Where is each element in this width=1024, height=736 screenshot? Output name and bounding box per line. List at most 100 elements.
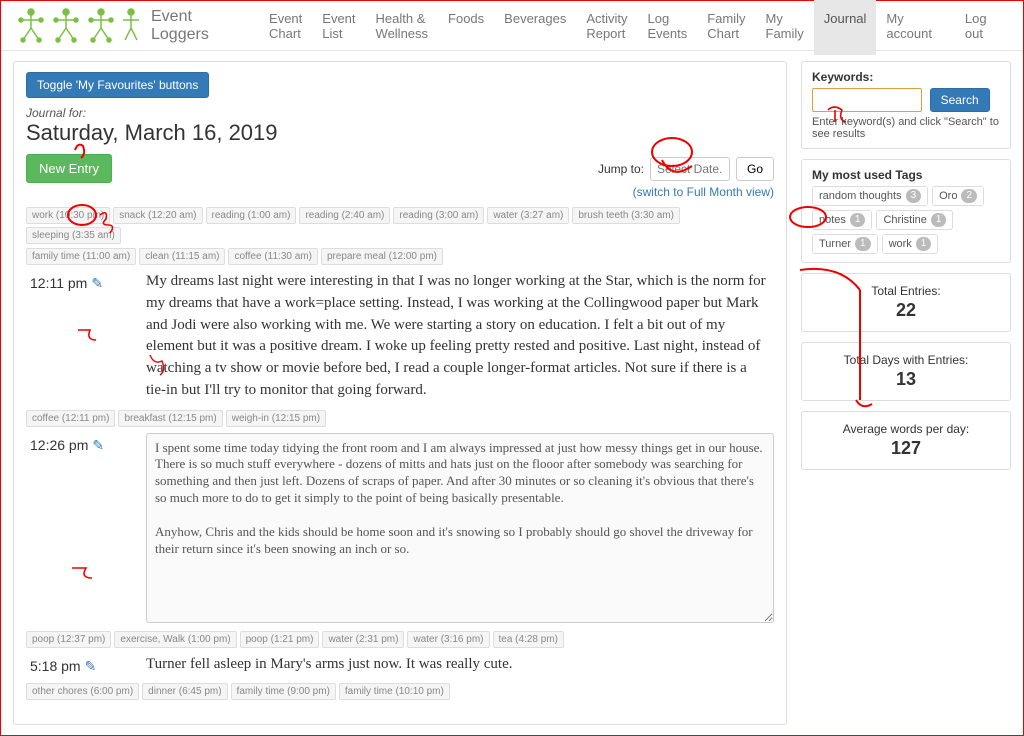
stat-label: Total Days with Entries: <box>812 353 1000 367</box>
event-tag[interactable]: other chores (6:00 pm) <box>26 683 139 700</box>
event-tag[interactable]: breakfast (12:15 pm) <box>118 410 222 427</box>
entry-time-text: 12:11 pm <box>30 275 87 291</box>
nav-item-log-out[interactable]: Log out <box>955 0 1013 55</box>
tag-label: work <box>889 238 912 250</box>
nav-item-activity-report[interactable]: Activity Report <box>576 0 637 55</box>
tag-label: Oro <box>939 190 957 202</box>
event-tag[interactable]: water (2:31 pm) <box>322 631 404 648</box>
entry-body-editor[interactable] <box>146 433 774 623</box>
toggle-favourites-button[interactable]: Toggle 'My Favourites' buttons <box>26 72 209 98</box>
new-entry-button[interactable]: New Entry <box>26 154 112 183</box>
tag-label: notes <box>819 214 846 226</box>
stat-box: Total Days with Entries: 13 <box>801 342 1011 401</box>
jump-date-input[interactable] <box>650 157 730 181</box>
journal-entry: 5:18 pm ✎ Turner fell asleep in Mary's a… <box>26 654 774 676</box>
event-tag[interactable]: family time (9:00 pm) <box>231 683 336 700</box>
stat-value: 22 <box>812 300 1000 321</box>
most-used-tags-box: My most used Tags random thoughts 3 Oro 2 no… <box>801 159 1011 263</box>
keywords-input[interactable] <box>812 88 922 112</box>
entry-time-text: 12:26 pm <box>30 437 88 453</box>
entry-body: Turner fell asleep in Mary's arms just n… <box>146 654 774 676</box>
tag-random-thoughts[interactable]: random thoughts 3 <box>812 186 928 206</box>
nav-item-family-chart[interactable]: Family Chart <box>697 0 755 55</box>
tag-christine[interactable]: Christine 1 <box>876 210 953 230</box>
nav-item-health-wellness[interactable]: Health & Wellness <box>366 0 439 55</box>
sidebar: Keywords: Search Enter keyword(s) and cl… <box>801 61 1011 725</box>
tag-count-badge: 3 <box>906 189 922 203</box>
tag-label: Christine <box>883 214 926 226</box>
jump-label: Jump to: <box>598 162 644 176</box>
event-tag[interactable]: coffee (11:30 am) <box>228 248 317 265</box>
edit-icon[interactable]: ✎ <box>91 275 103 292</box>
nav-item-log-events[interactable]: Log Events <box>638 0 698 55</box>
event-tag[interactable]: reading (1:00 am) <box>206 207 297 224</box>
event-tag[interactable]: family time (10:10 pm) <box>339 683 450 700</box>
tag-oro[interactable]: Oro 2 <box>932 186 984 206</box>
event-tag[interactable]: water (3:16 pm) <box>407 631 489 648</box>
edit-icon[interactable]: ✎ <box>92 437 104 454</box>
tag-notes[interactable]: notes1 <box>812 210 872 230</box>
event-tag[interactable]: dinner (6:45 pm) <box>142 683 227 700</box>
event-tag[interactable]: weigh-in (12:15 pm) <box>226 410 326 427</box>
event-tag[interactable]: sleeping (3:35 am) <box>26 227 121 244</box>
logo <box>11 6 141 46</box>
event-tag[interactable]: coffee (12:11 pm) <box>26 410 115 427</box>
entry-time: 12:26 pm ✎ <box>26 433 146 623</box>
tags-heading: My most used Tags <box>812 168 1000 182</box>
nav-item-journal[interactable]: Journal <box>814 0 877 55</box>
search-button[interactable]: Search <box>930 88 990 112</box>
entry-time: 12:11 pm ✎ <box>26 271 146 402</box>
journal-for-label: Journal for: <box>26 106 774 120</box>
event-tag[interactable]: reading (3:00 am) <box>393 207 484 224</box>
nav-item-foods[interactable]: Foods <box>438 0 494 55</box>
nav-item-beverages[interactable]: Beverages <box>494 0 576 55</box>
tag-count-badge: 1 <box>916 237 932 251</box>
tag-work[interactable]: work 1 <box>882 234 939 254</box>
journal-date: Saturday, March 16, 2019 <box>26 120 774 146</box>
entry-time: 5:18 pm ✎ <box>26 654 146 676</box>
journal-entry: 12:11 pm ✎ My dreams last night were int… <box>26 271 774 402</box>
event-tag-row: coffee (12:11 pm)breakfast (12:15 pm)wei… <box>26 410 774 427</box>
stat-box: Total Entries: 22 <box>801 273 1011 332</box>
search-box: Keywords: Search Enter keyword(s) and cl… <box>801 61 1011 149</box>
nav-items: Event ChartEvent ListHealth & WellnessFo… <box>259 0 876 55</box>
event-tag[interactable]: snack (12:20 am) <box>113 207 202 224</box>
event-tag[interactable]: clean (11:15 am) <box>139 248 225 265</box>
event-tag-row: family time (11:00 am)clean (11:15 am)co… <box>26 248 774 265</box>
go-button[interactable]: Go <box>736 157 774 181</box>
event-tag[interactable]: brush teeth (3:30 am) <box>572 207 680 224</box>
jump-to-row: Jump to: Go <box>26 157 774 181</box>
event-tag[interactable]: poop (12:37 pm) <box>26 631 111 648</box>
entry-body: My dreams last night were interesting in… <box>146 271 774 402</box>
entry-time-text: 5:18 pm <box>30 658 81 674</box>
tag-count-badge: 1 <box>931 213 947 227</box>
tag-label: Turner <box>819 238 851 250</box>
event-tag-row: other chores (6:00 pm)dinner (6:45 pm)fa… <box>26 683 774 700</box>
brand-title[interactable]: Event Loggers <box>151 8 245 44</box>
event-tag[interactable]: exercise, Walk (1:00 pm) <box>114 631 236 648</box>
nav-right: My accountLog out <box>876 0 1013 55</box>
event-tag[interactable]: reading (2:40 am) <box>299 207 390 224</box>
search-hint: Enter keyword(s) and click "Search" to s… <box>812 116 1000 140</box>
nav-item-my-family[interactable]: My Family <box>756 0 814 55</box>
event-tag[interactable]: water (3:27 am) <box>487 207 569 224</box>
switch-month-view-link[interactable]: (switch to Full Month view) <box>633 185 774 199</box>
nav-item-event-chart[interactable]: Event Chart <box>259 0 312 55</box>
tag-count-badge: 1 <box>855 237 871 251</box>
event-tag[interactable]: work (10:30 pm) <box>26 207 110 224</box>
event-tag[interactable]: tea (4:28 pm) <box>493 631 564 648</box>
event-tag[interactable]: prepare meal (12:00 pm) <box>321 248 443 265</box>
stat-label: Average words per day: <box>812 422 1000 436</box>
keywords-label: Keywords: <box>812 70 1000 84</box>
nav-item-my-account[interactable]: My account <box>876 0 954 55</box>
tag-label: random thoughts <box>819 190 902 202</box>
tag-count-badge: 2 <box>961 189 977 203</box>
nav-item-event-list[interactable]: Event List <box>312 0 365 55</box>
edit-icon[interactable]: ✎ <box>85 658 97 675</box>
stat-value: 13 <box>812 369 1000 390</box>
journal-panel: Toggle 'My Favourites' buttons Journal f… <box>13 61 787 725</box>
event-tag[interactable]: poop (1:21 pm) <box>240 631 320 648</box>
stat-label: Total Entries: <box>812 284 1000 298</box>
event-tag[interactable]: family time (11:00 am) <box>26 248 136 265</box>
tag-turner[interactable]: Turner 1 <box>812 234 878 254</box>
